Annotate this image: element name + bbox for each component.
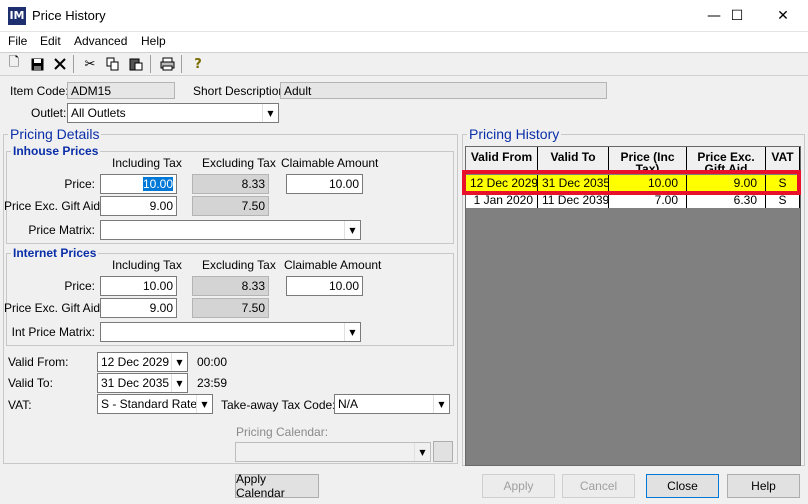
internet-gift-label: Price Exc. Gift Aid: xyxy=(4,301,104,315)
paste-icon[interactable] xyxy=(127,55,145,73)
int-price-matrix-select[interactable]: ▼ xyxy=(100,322,361,342)
valid-from-value: 12 Dec 2029 xyxy=(101,355,170,369)
toolbar-separator xyxy=(73,55,74,73)
internet-gift-excl-field: 7.50 xyxy=(192,298,269,318)
internet-col-including-tax: Including Tax xyxy=(112,258,182,272)
dropdown-arrow-icon: ▼ xyxy=(414,443,430,461)
close-button[interactable]: Close xyxy=(646,474,719,498)
valid-from-time: 00:00 xyxy=(197,355,228,369)
inhouse-gift-incl-input[interactable]: 9.00 xyxy=(100,196,177,216)
delete-icon[interactable] xyxy=(51,55,69,73)
dropdown-arrow-icon: ▼ xyxy=(262,104,278,122)
short-description-label: Short Description: xyxy=(193,84,289,98)
internet-col-claimable: Claimable Amount xyxy=(284,258,382,272)
selected-text: 10.00 xyxy=(142,177,173,191)
valid-to-label: Valid To: xyxy=(8,376,53,390)
valid-to-picker[interactable]: 31 Dec 2035 ▼ xyxy=(97,373,188,393)
menu-file[interactable]: File xyxy=(8,34,27,48)
price-matrix-label: Price Matrix: xyxy=(28,223,95,237)
inhouse-col-excluding-tax: Excluding Tax xyxy=(202,156,276,170)
window-title: Price History xyxy=(32,8,106,23)
dropdown-arrow-icon: ▼ xyxy=(344,323,360,341)
vat-select[interactable]: S - Standard Rate ▼ xyxy=(97,394,213,414)
title-bar xyxy=(0,0,808,32)
takeaway-tax-select[interactable]: N/A ▼ xyxy=(334,394,450,414)
help-icon[interactable]: ? xyxy=(189,55,207,73)
apply-button[interactable]: Apply xyxy=(482,474,555,498)
internet-gift-incl-input[interactable]: 9.00 xyxy=(100,298,177,318)
inhouse-price-excl-field: 8.33 xyxy=(192,174,269,194)
outlet-select[interactable]: All Outlets ▼ xyxy=(67,103,279,123)
inhouse-prices-title: Inhouse Prices xyxy=(11,144,101,158)
col-valid-from[interactable]: Valid From xyxy=(466,147,538,172)
short-description-field[interactable]: Adult xyxy=(280,82,607,99)
internet-prices-title: Internet Prices xyxy=(11,246,99,260)
inhouse-col-claimable: Claimable Amount xyxy=(281,156,379,170)
dropdown-arrow-icon: ▼ xyxy=(433,395,449,413)
valid-from-label: Valid From: xyxy=(8,355,69,369)
takeaway-tax-value: N/A xyxy=(338,397,359,411)
pricing-calendar-select[interactable]: ▼ xyxy=(235,442,431,462)
new-icon[interactable]: 🗋 xyxy=(5,55,23,73)
price-matrix-select[interactable]: ▼ xyxy=(100,220,361,240)
dropdown-arrow-icon: ▼ xyxy=(171,374,187,392)
help-button[interactable]: Help xyxy=(727,474,800,498)
menu-edit[interactable]: Edit xyxy=(40,34,61,48)
toolbar-separator xyxy=(150,55,151,73)
int-price-matrix-label: Int Price Matrix: xyxy=(11,325,95,339)
internet-col-excluding-tax: Excluding Tax xyxy=(202,258,276,272)
valid-to-value: 31 Dec 2035 xyxy=(101,376,170,390)
cancel-button[interactable]: Cancel xyxy=(562,474,635,498)
internet-price-excl-field: 8.33 xyxy=(192,276,269,296)
internet-price-incl-input[interactable]: 10.00 xyxy=(100,276,177,296)
print-icon[interactable] xyxy=(158,55,176,73)
internet-price-claim-input[interactable]: 10.00 xyxy=(286,276,363,296)
app-logo-icon: IM xyxy=(8,7,26,25)
valid-from-picker[interactable]: 12 Dec 2029 ▼ xyxy=(97,352,188,372)
internet-price-label: Price: xyxy=(64,279,95,293)
inhouse-col-including-tax: Including Tax xyxy=(112,156,182,170)
item-code-field[interactable]: ADM15 xyxy=(67,82,175,99)
inhouse-price-incl-input[interactable]: 10.00 xyxy=(100,174,177,194)
inhouse-price-label: Price: xyxy=(64,177,95,191)
dropdown-arrow-icon: ▼ xyxy=(171,353,187,371)
outlet-label: Outlet: xyxy=(31,106,67,120)
pricing-history-title: Pricing History xyxy=(467,126,562,142)
outlet-value: All Outlets xyxy=(71,106,126,120)
apply-calendar-button[interactable]: Apply Calendar xyxy=(235,472,319,500)
save-icon[interactable] xyxy=(28,55,46,73)
vat-label: VAT: xyxy=(8,398,32,412)
item-code-label: Item Code: xyxy=(10,84,69,98)
dropdown-arrow-icon: ▼ xyxy=(344,221,360,239)
takeaway-tax-label: Take-away Tax Code: xyxy=(221,398,336,412)
inhouse-gift-label: Price Exc. Gift Aid: xyxy=(4,199,104,213)
pricing-details-title: Pricing Details xyxy=(8,126,102,142)
pricing-calendar-label: Pricing Calendar: xyxy=(236,425,329,439)
inhouse-gift-excl-field: 7.50 xyxy=(192,196,269,216)
dropdown-arrow-icon: ▼ xyxy=(196,395,212,413)
col-vat[interactable]: VAT xyxy=(766,147,800,172)
cut-icon[interactable]: ✂ xyxy=(81,55,99,73)
col-price-exc-gift-aid[interactable]: Price Exc. Gift Aid xyxy=(687,147,766,172)
col-price-inc-tax[interactable]: Price (Inc Tax) xyxy=(609,147,687,172)
maximize-button[interactable]: ☐ xyxy=(714,0,760,32)
highlight-annotation-box xyxy=(462,170,801,195)
copy-icon[interactable] xyxy=(104,55,122,73)
col-valid-to[interactable]: Valid To xyxy=(538,147,609,172)
pricing-calendar-browse-button[interactable] xyxy=(433,441,453,462)
valid-to-time: 23:59 xyxy=(197,376,228,390)
toolbar-separator xyxy=(181,55,182,73)
menu-advanced[interactable]: Advanced xyxy=(74,34,127,48)
vat-value: S - Standard Rate xyxy=(101,397,198,411)
close-window-button[interactable]: ✕ xyxy=(760,0,806,32)
menu-help[interactable]: Help xyxy=(141,34,166,48)
inhouse-price-claim-input[interactable]: 10.00 xyxy=(286,174,363,194)
